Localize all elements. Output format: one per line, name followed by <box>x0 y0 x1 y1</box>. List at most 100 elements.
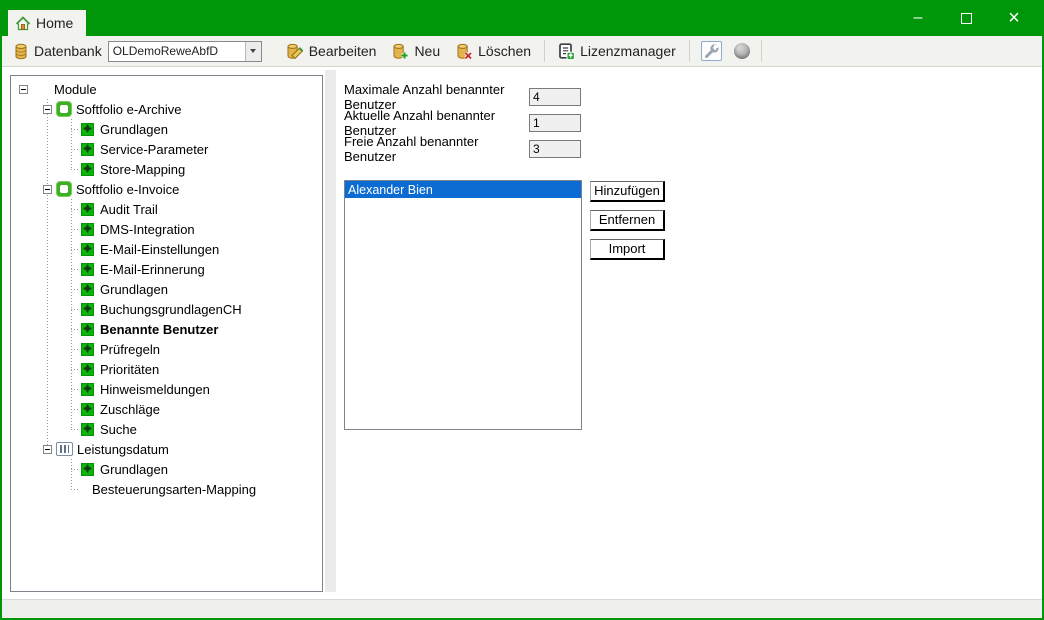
tree-expander-icon[interactable] <box>43 185 52 194</box>
tree-item-store-mapping[interactable]: Store-Mapping <box>11 159 322 179</box>
minimize-button[interactable]: – <box>894 0 942 36</box>
gear-icon <box>81 303 94 316</box>
module-tree: Module Softfolio e-Archive Grundlagen Se… <box>11 79 322 499</box>
gear-icon <box>81 423 94 436</box>
gear-icon <box>81 363 94 376</box>
tree-item-label: Store-Mapping <box>100 162 185 177</box>
tree-item-label: Benannte Benutzer <box>100 322 218 337</box>
gear-icon <box>81 243 94 256</box>
gear-icon <box>81 403 94 416</box>
tree-expander-icon[interactable] <box>43 105 52 114</box>
gear-icon <box>81 263 94 276</box>
tree-connector-line <box>71 129 78 130</box>
gear-icon <box>81 343 94 356</box>
tree-item-email-erinnerung[interactable]: E-Mail-Erinnerung <box>11 259 322 279</box>
tree-item-buchungsgrundlagen-ch[interactable]: BuchungsgrundlagenCH <box>11 299 322 319</box>
tree-item-zuschlaege[interactable]: Zuschläge <box>11 399 322 419</box>
tree-item-service-parameter[interactable]: Service-Parameter <box>11 139 322 159</box>
tree-expander-icon[interactable] <box>19 85 28 94</box>
tree-item-label: BuchungsgrundlagenCH <box>100 302 242 317</box>
tree-item-grundlagen-archive[interactable]: Grundlagen <box>11 119 322 139</box>
tree-item-dms-integration[interactable]: DMS-Integration <box>11 219 322 239</box>
tab-home-label: Home <box>36 15 73 31</box>
tree-item-grundlagen-invoice[interactable]: Grundlagen <box>11 279 322 299</box>
close-button[interactable]: × <box>990 0 1038 36</box>
app-window: Home – × Datenbank OLDemoReweAbfD <box>0 0 1044 620</box>
tree-item-besteuerungsarten-mapping[interactable]: Besteuerungsarten-Mapping <box>11 479 322 499</box>
globe-button[interactable] <box>728 40 756 62</box>
gear-icon <box>81 283 94 296</box>
bearbeiten-button[interactable]: Bearbeiten <box>278 39 385 64</box>
tree-item-label: Grundlagen <box>100 462 168 477</box>
tree-connector-line <box>71 389 78 390</box>
tree-connector-line <box>71 369 78 370</box>
dropdown-arrow-icon[interactable] <box>245 42 261 61</box>
tree-item-label: Prioritäten <box>100 362 159 377</box>
barcode-icon <box>56 442 73 456</box>
loeschen-label: Löschen <box>478 43 531 59</box>
tree-item-audit-trail[interactable]: Audit Trail <box>11 199 322 219</box>
content-area: Module Softfolio e-Archive Grundlagen Se… <box>2 67 1042 599</box>
loeschen-button[interactable]: Löschen <box>448 39 539 64</box>
toolbar-separator <box>689 40 690 62</box>
gear-icon <box>81 223 94 236</box>
gear-icon <box>81 123 94 136</box>
tab-home[interactable]: Home <box>8 10 86 36</box>
tree-item-label: E-Mail-Einstellungen <box>100 242 219 257</box>
window-controls: – × <box>894 0 1038 36</box>
entfernen-button[interactable]: Entfernen <box>590 210 665 231</box>
tree-item-label: Suche <box>100 422 137 437</box>
import-button[interactable]: Import <box>590 239 665 260</box>
form-row: Maximale Anzahl benannter Benutzer <box>344 88 581 106</box>
module-icon <box>56 101 72 117</box>
tree-item-leistungsdatum[interactable]: Leistungsdatum <box>11 439 322 459</box>
gear-icon <box>81 163 94 176</box>
tree-item-label: Leistungsdatum <box>77 442 169 457</box>
tree-item-label: Module <box>54 82 97 97</box>
tree-item-grundlagen-leistungsdatum[interactable]: Grundlagen <box>11 459 322 479</box>
tree-item-label: Prüfregeln <box>100 342 160 357</box>
neu-label: Neu <box>414 43 440 59</box>
tree-connector-line <box>71 489 78 490</box>
tree-connector-line <box>71 409 78 410</box>
database-select[interactable]: OLDemoReweAbfD <box>108 41 262 62</box>
tree-item-hinweismeldungen[interactable]: Hinweismeldungen <box>11 379 322 399</box>
list-item[interactable]: Alexander Bien <box>345 181 581 198</box>
tree-item-benannte-benutzer[interactable]: Benannte Benutzer <box>11 319 322 339</box>
tree-item-email-einstellungen[interactable]: E-Mail-Einstellungen <box>11 239 322 259</box>
panel-splitter[interactable] <box>325 70 336 592</box>
toolbar-separator <box>544 40 545 62</box>
hinzufuegen-button[interactable]: Hinzufügen <box>590 181 665 202</box>
tree-item-label: DMS-Integration <box>100 222 195 237</box>
toolbar-separator <box>761 40 762 62</box>
tree-connector-line <box>71 269 78 270</box>
tree-expander-icon[interactable] <box>43 445 52 454</box>
tree-item-pruefregeln[interactable]: Prüfregeln <box>11 339 322 359</box>
maximize-icon <box>961 13 972 24</box>
tree-item-label: Hinweismeldungen <box>100 382 210 397</box>
status-bar <box>2 599 1042 618</box>
tree-item-module[interactable]: Module <box>11 79 322 99</box>
database-select-value: OLDemoReweAbfD <box>109 44 245 58</box>
home-icon <box>15 16 31 31</box>
tree-connector-line <box>71 209 78 210</box>
settings-tool-button[interactable] <box>695 38 728 64</box>
aktuelle-benutzer-field[interactable] <box>529 114 581 132</box>
database-icon <box>14 43 28 60</box>
benutzer-listbox[interactable]: Alexander Bien <box>344 180 582 430</box>
edit-database-icon <box>286 43 304 60</box>
tree-item-softfolio-e-archive[interactable]: Softfolio e-Archive <box>11 99 322 119</box>
tree-item-softfolio-e-invoice[interactable]: Softfolio e-Invoice <box>11 179 322 199</box>
maximize-button[interactable] <box>942 0 990 36</box>
max-benutzer-field[interactable] <box>529 88 581 106</box>
freie-benutzer-field[interactable] <box>529 140 581 158</box>
new-database-icon <box>392 43 409 60</box>
tree-connector-line <box>71 229 78 230</box>
neu-button[interactable]: Neu <box>384 39 448 64</box>
titlebar: Home – × <box>2 0 1042 36</box>
gear-icon <box>81 383 94 396</box>
tree-item-prioritaeten[interactable]: Prioritäten <box>11 359 322 379</box>
tree-item-suche[interactable]: Suche <box>11 419 322 439</box>
lizenzmanager-button[interactable]: Lizenzmanager <box>550 39 684 64</box>
license-manager-icon <box>558 43 575 60</box>
